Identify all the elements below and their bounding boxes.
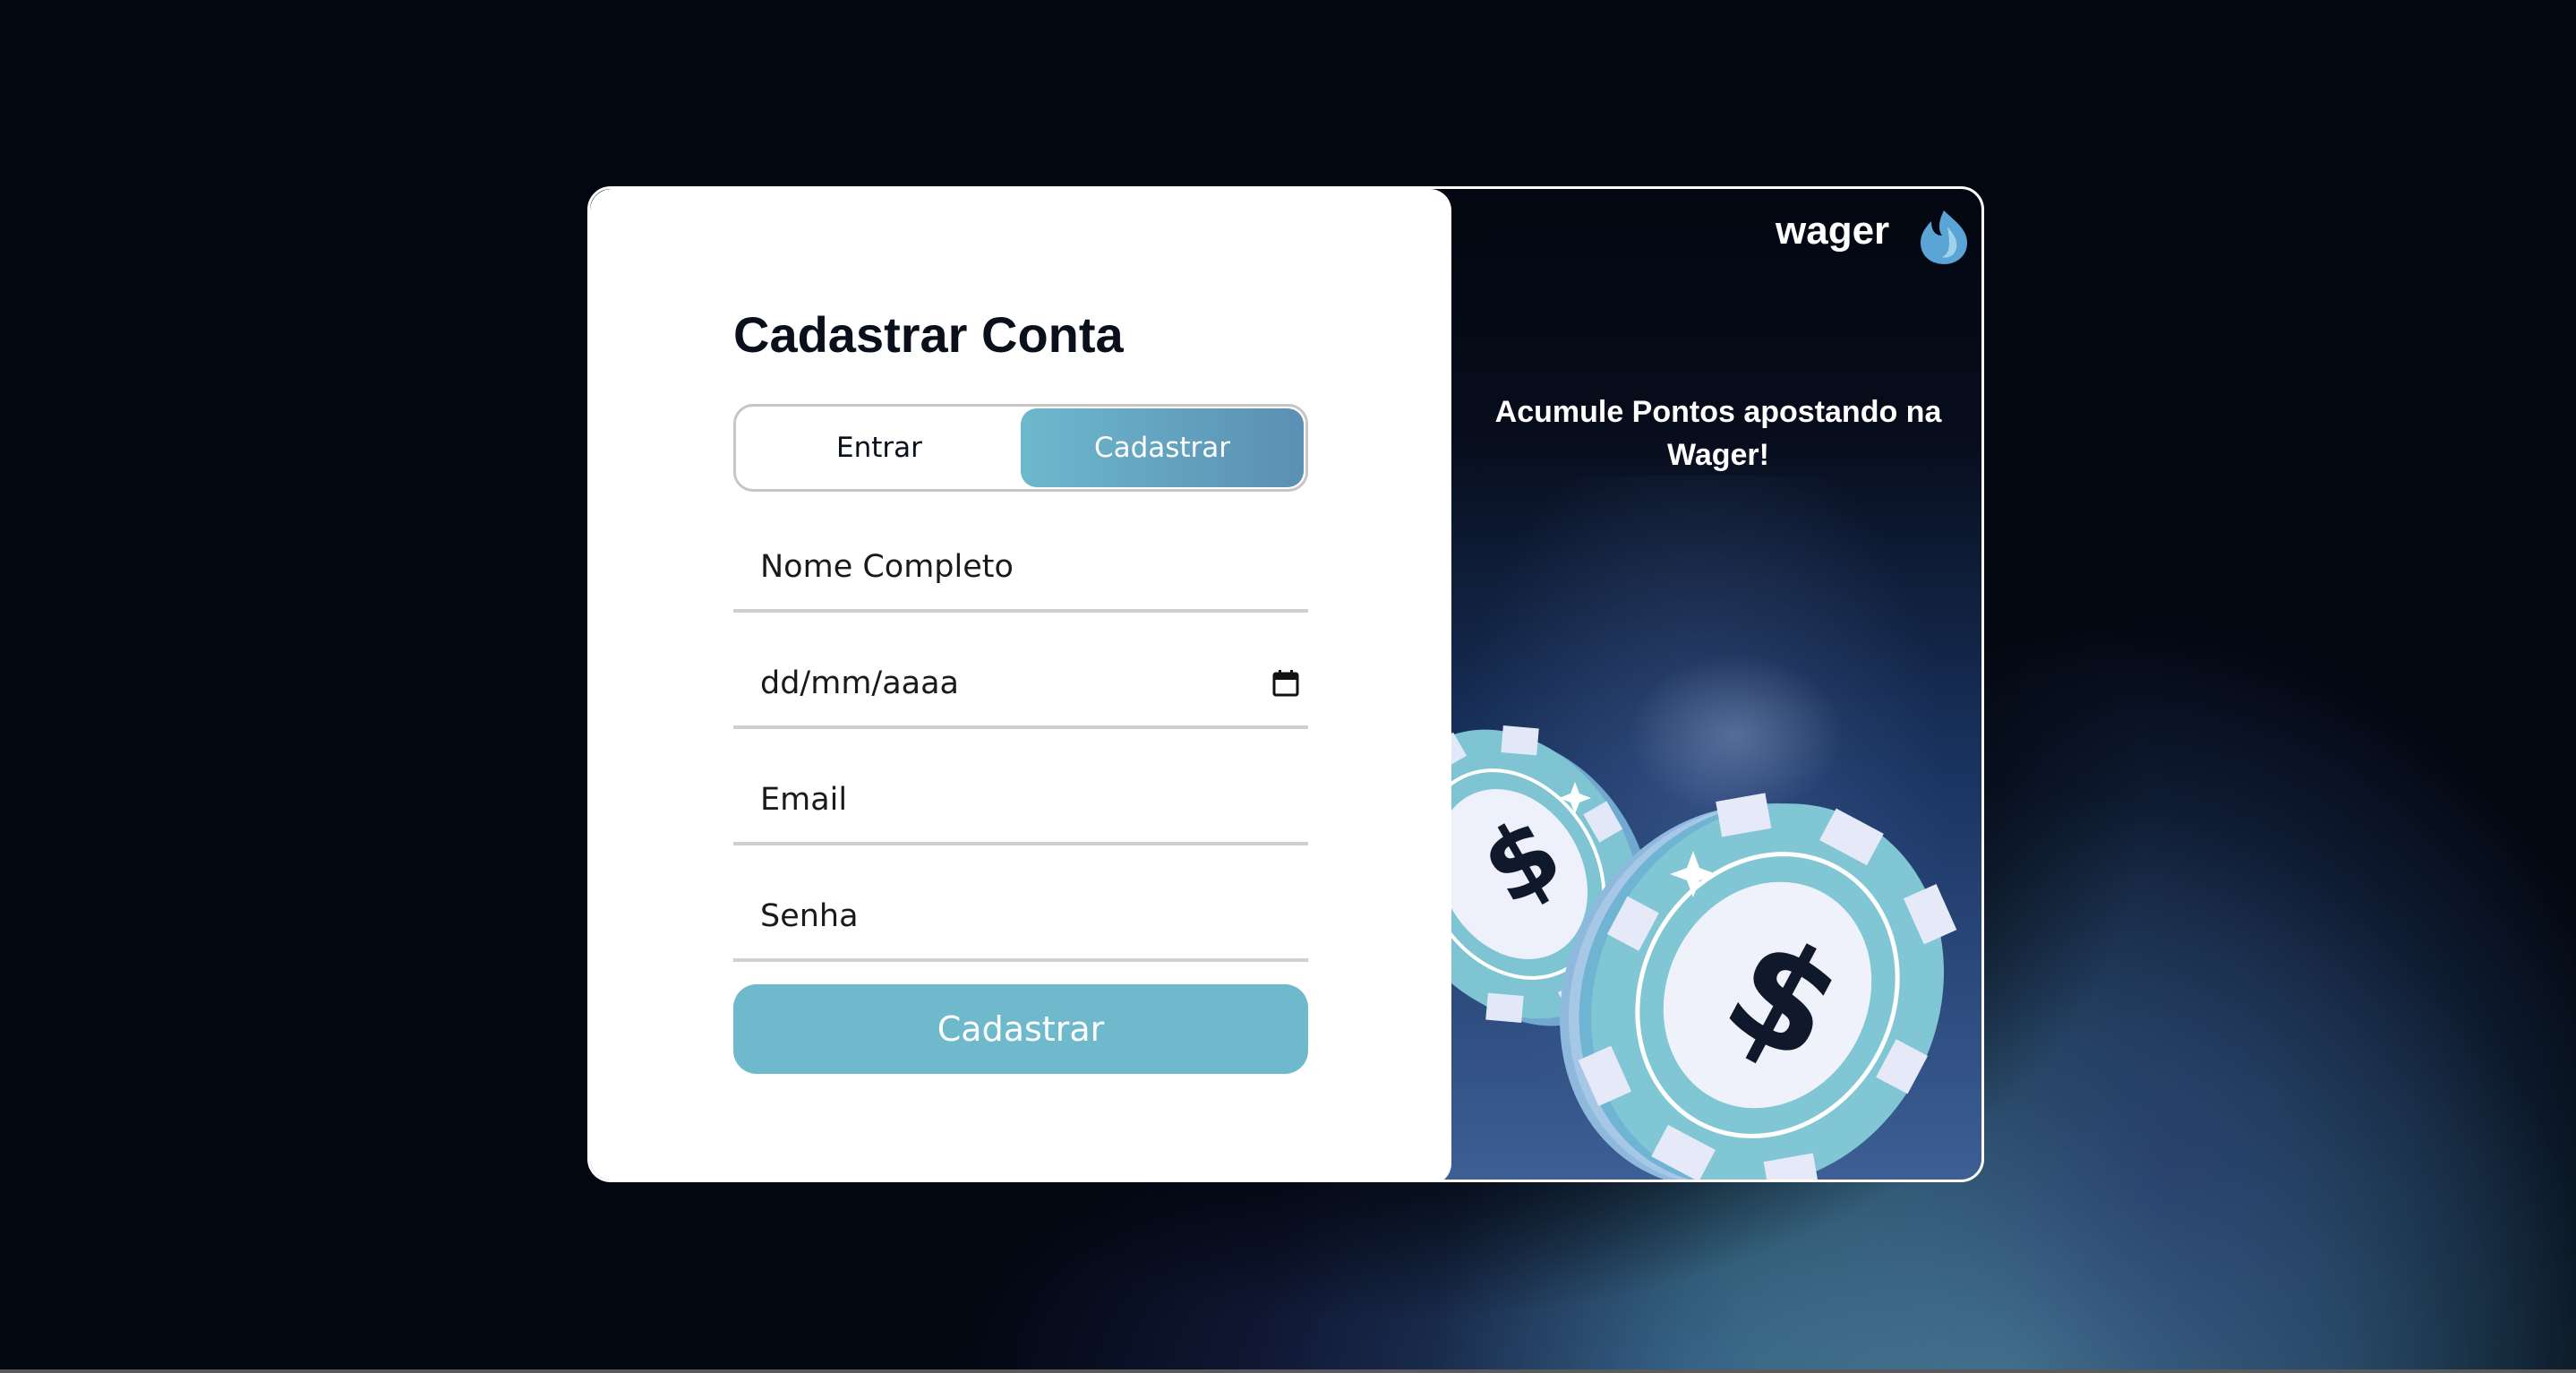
flame-logo-icon xyxy=(1921,210,1967,264)
name-field xyxy=(733,525,1308,613)
logo-text: wager xyxy=(1776,209,1890,253)
bottom-strip xyxy=(0,1369,2576,1373)
birthdate-input[interactable] xyxy=(760,661,1262,706)
promo-tagline: Acumule Pontos apostando na Wager! xyxy=(1494,395,1942,472)
password-field xyxy=(733,874,1308,962)
calendar-icon[interactable] xyxy=(1271,668,1301,699)
blurred-chip xyxy=(1629,655,1844,816)
auth-mode-toggle: Entrar Cadastrar xyxy=(733,404,1308,492)
email-input[interactable] xyxy=(760,777,1262,822)
email-field xyxy=(733,758,1308,845)
tab-entrar[interactable]: Entrar xyxy=(738,408,1021,487)
page-title: Cadastrar Conta xyxy=(733,306,1124,363)
wager-logo: wager xyxy=(1776,200,1981,271)
full-name-input[interactable] xyxy=(760,545,1262,589)
submit-cadastrar-button[interactable]: Cadastrar xyxy=(733,984,1308,1074)
tab-cadastrar[interactable]: Cadastrar xyxy=(1021,408,1304,487)
poker-chips-illustration: $ $ xyxy=(1414,655,1957,1180)
birthdate-field xyxy=(733,641,1308,729)
password-input[interactable] xyxy=(760,894,1262,939)
